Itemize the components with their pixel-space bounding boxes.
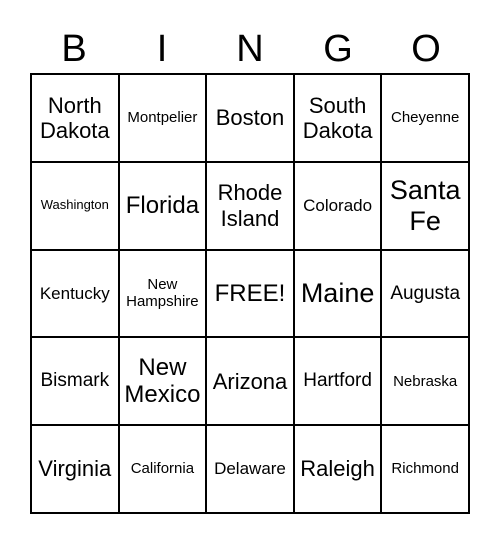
bingo-cell[interactable]: California [118,425,207,513]
bingo-cell[interactable]: Bismark [31,337,119,426]
bingo-cell[interactable]: Arizona [206,337,294,426]
bingo-cell[interactable]: Florida [118,161,207,250]
bingo-cell[interactable]: Augusta [381,249,469,338]
bingo-cell[interactable]: Montpelier [118,74,207,162]
header-letter-g: G [323,28,353,70]
bingo-cell[interactable]: Cheyenne [381,74,469,162]
bingo-cell[interactable]: Colorado [293,161,382,250]
bingo-cell[interactable]: Rhode Island [206,161,294,250]
bingo-cell[interactable]: Raleigh [293,425,382,513]
bingo-cell[interactable]: Santa Fe [381,161,469,250]
bingo-cell[interactable]: Kentucky [31,249,119,338]
bingo-cell[interactable]: New Mexico [118,337,207,426]
header-letter-n: N [236,28,264,70]
bingo-cell[interactable]: South Dakota [293,74,382,162]
bingo-cell[interactable]: Hartford [293,337,382,426]
free-space[interactable]: FREE! [206,249,294,338]
bingo-cell[interactable]: New Hampshire [118,249,207,338]
bingo-header: B I N G O [30,24,470,74]
bingo-cell[interactable]: Washington [31,161,119,250]
bingo-cell[interactable]: Nebraska [381,337,469,426]
bingo-cell[interactable]: Virginia [31,425,119,513]
bingo-grid: North Dakota Montpelier Boston South Dak… [30,73,470,514]
bingo-cell[interactable]: Maine [293,249,382,338]
bingo-cell[interactable]: Richmond [381,425,469,513]
header-letter-b: B [61,28,87,70]
header-letter-o: O [411,28,441,70]
header-letter-i: I [156,28,168,70]
bingo-cell[interactable]: North Dakota [31,74,119,162]
bingo-cell[interactable]: Boston [206,74,294,162]
bingo-cell[interactable]: Delaware [206,425,294,513]
